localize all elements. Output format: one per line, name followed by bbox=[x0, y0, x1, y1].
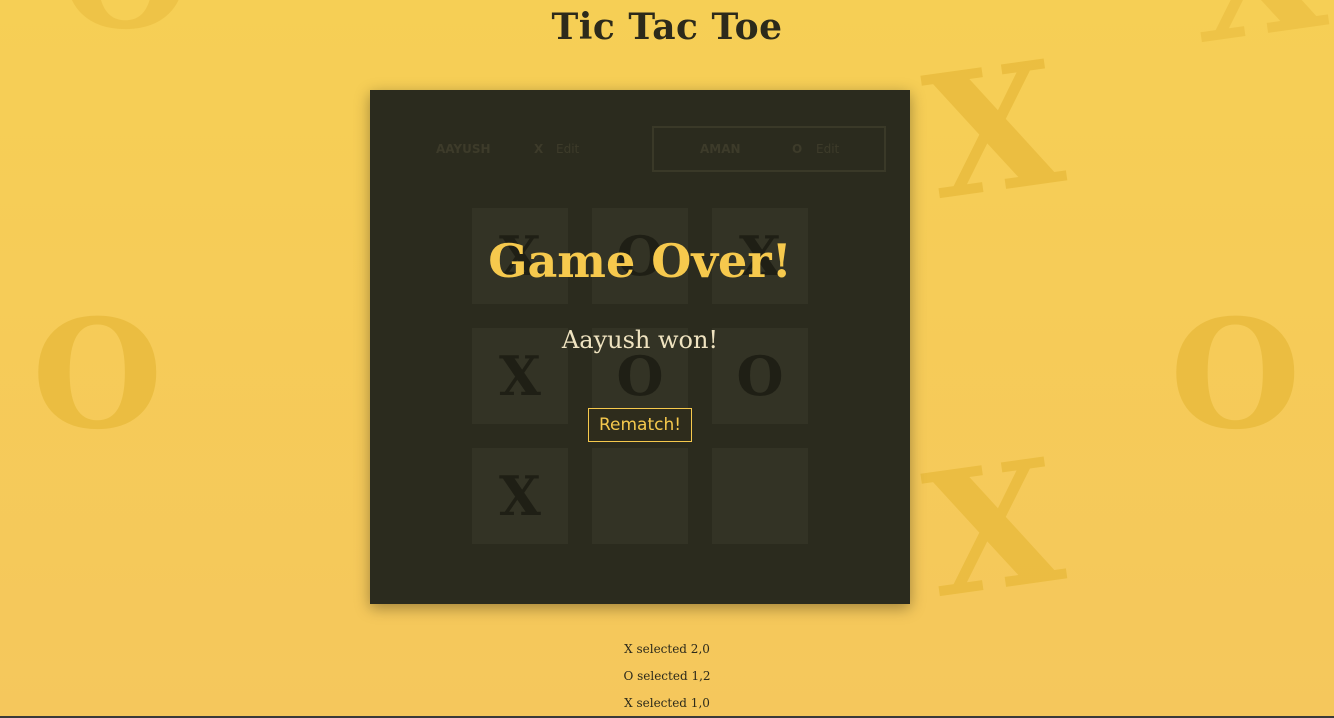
background-o-mark: O bbox=[1170, 287, 1301, 463]
move-log: X selected 2,0 O selected 1,2 X selected… bbox=[0, 641, 1334, 718]
game-over-overlay: Game Over! Aayush won! Rematch! bbox=[370, 90, 910, 604]
background-o-mark: O bbox=[32, 287, 163, 463]
game-board-panel: AAYUSH X Edit AMAN O Edit X O X X O O X … bbox=[370, 90, 910, 604]
game-over-title: Game Over! bbox=[488, 234, 792, 288]
rematch-button[interactable]: Rematch! bbox=[588, 408, 692, 442]
background-x-mark: X bbox=[914, 22, 1074, 240]
page-title: Tic Tac Toe bbox=[551, 6, 783, 48]
log-entry: X selected 1,0 bbox=[624, 696, 710, 710]
winner-message: Aayush won! bbox=[561, 326, 719, 354]
background-x-mark: X bbox=[914, 420, 1074, 638]
log-entry: X selected 2,0 bbox=[624, 642, 710, 656]
log-entry: O selected 1,2 bbox=[623, 669, 711, 683]
